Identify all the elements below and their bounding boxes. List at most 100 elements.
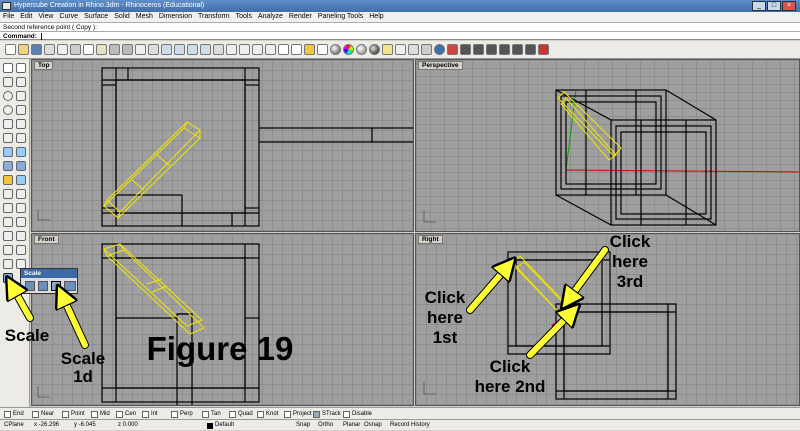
command-line[interactable]: Command: bbox=[0, 31, 800, 40]
cut-icon[interactable] bbox=[70, 44, 81, 55]
environment-icon[interactable] bbox=[369, 44, 380, 55]
curve-icon[interactable] bbox=[16, 77, 26, 87]
mirror-icon[interactable] bbox=[16, 203, 26, 213]
paneling-icon-6[interactable] bbox=[525, 44, 536, 55]
osnap-quad-checkbox[interactable] bbox=[229, 410, 236, 418]
menu-mesh[interactable]: Mesh bbox=[136, 12, 153, 22]
freeform-icon[interactable] bbox=[16, 119, 26, 129]
rotate-view-icon[interactable] bbox=[148, 44, 159, 55]
shaded-icon[interactable] bbox=[330, 44, 341, 55]
options-icon[interactable] bbox=[408, 44, 419, 55]
paneling-icon-5[interactable] bbox=[512, 44, 523, 55]
viewport-top[interactable]: Top bbox=[31, 59, 414, 232]
pan-icon[interactable] bbox=[135, 44, 146, 55]
osnap-end-checkbox[interactable] bbox=[4, 410, 11, 418]
copy-icon[interactable] bbox=[83, 44, 94, 55]
new-file-icon[interactable] bbox=[5, 44, 16, 55]
menu-edit[interactable]: Edit bbox=[20, 12, 32, 22]
render-icon[interactable] bbox=[343, 44, 354, 55]
material-icon[interactable] bbox=[356, 44, 367, 55]
move-icon[interactable] bbox=[3, 189, 13, 199]
properties-icon[interactable] bbox=[395, 44, 406, 55]
viewport-title-perspective[interactable]: Perspective bbox=[418, 61, 463, 70]
paneling-icon-1[interactable] bbox=[460, 44, 471, 55]
zoom-window-icon[interactable] bbox=[174, 44, 185, 55]
array-icon[interactable] bbox=[3, 217, 13, 227]
join-icon[interactable] bbox=[16, 231, 26, 241]
box-icon[interactable] bbox=[3, 161, 13, 171]
menu-file[interactable]: File bbox=[3, 12, 14, 22]
hide-icon[interactable] bbox=[278, 44, 289, 55]
menu-dimension[interactable]: Dimension bbox=[159, 12, 192, 22]
dimension-icon[interactable] bbox=[3, 259, 13, 269]
group-icon[interactable] bbox=[16, 245, 26, 255]
menu-analyze[interactable]: Analyze bbox=[258, 12, 283, 22]
paneling-icon-2[interactable] bbox=[473, 44, 484, 55]
menu-render[interactable]: Render bbox=[289, 12, 312, 22]
print-icon[interactable] bbox=[44, 44, 55, 55]
mesh-icon[interactable] bbox=[3, 175, 13, 185]
viewport-title-top[interactable]: Top bbox=[34, 61, 54, 70]
import-icon[interactable] bbox=[57, 44, 68, 55]
viewport-title-front[interactable]: Front bbox=[34, 235, 59, 244]
rectangle-icon[interactable] bbox=[16, 105, 26, 115]
menu-tools[interactable]: Tools bbox=[236, 12, 252, 22]
viewport-title-right[interactable]: Right bbox=[418, 235, 443, 244]
osnap-disable-checkbox[interactable] bbox=[343, 410, 350, 418]
menu-curve[interactable]: Curve bbox=[59, 12, 78, 22]
paneling-icon-3[interactable] bbox=[486, 44, 497, 55]
status-record-history[interactable]: Record History bbox=[390, 420, 430, 431]
menu-solid[interactable]: Solid bbox=[114, 12, 130, 22]
light-icon[interactable] bbox=[382, 44, 393, 55]
select-arrow-icon[interactable] bbox=[3, 63, 13, 73]
menu-help[interactable]: Help bbox=[369, 12, 383, 22]
polygon-icon[interactable] bbox=[3, 119, 13, 129]
close-button[interactable]: × bbox=[782, 1, 796, 11]
arc-icon[interactable] bbox=[16, 91, 26, 101]
menu-surface[interactable]: Surface bbox=[84, 12, 108, 22]
scale-3d-icon[interactable] bbox=[25, 281, 35, 291]
minimize-button[interactable]: _ bbox=[752, 1, 766, 11]
osnap-mid-checkbox[interactable] bbox=[91, 410, 98, 418]
help-icon[interactable] bbox=[434, 44, 445, 55]
undo-icon[interactable] bbox=[109, 44, 120, 55]
scale-2d-icon[interactable] bbox=[38, 281, 48, 291]
status-osnap[interactable]: Osnap bbox=[364, 420, 382, 431]
osnap-int-checkbox[interactable] bbox=[142, 410, 149, 418]
scale-tool-icon[interactable] bbox=[3, 273, 13, 283]
ellipse-icon[interactable] bbox=[3, 105, 13, 115]
extrude-icon[interactable] bbox=[16, 147, 26, 157]
status-ortho[interactable]: Ortho bbox=[318, 420, 333, 431]
paneling-icon-4[interactable] bbox=[499, 44, 510, 55]
redo-icon[interactable] bbox=[122, 44, 133, 55]
boolean-icon[interactable] bbox=[16, 175, 26, 185]
status-planar[interactable]: Planar bbox=[343, 420, 360, 431]
menu-transform[interactable]: Transform bbox=[198, 12, 230, 22]
polyline-icon[interactable] bbox=[3, 77, 13, 87]
scale-1d-icon[interactable] bbox=[51, 281, 61, 291]
osnap-near-checkbox[interactable] bbox=[32, 410, 39, 418]
split-icon[interactable] bbox=[3, 231, 13, 241]
scale-nonuniform-icon[interactable] bbox=[64, 281, 76, 291]
menu-view[interactable]: View bbox=[38, 12, 53, 22]
osnap-strack-checkbox[interactable] bbox=[313, 410, 320, 418]
osnap-perp-checkbox[interactable] bbox=[171, 410, 178, 418]
osnap-knot-checkbox[interactable] bbox=[257, 410, 264, 418]
maximize-button[interactable]: □ bbox=[767, 1, 781, 11]
explode-icon[interactable] bbox=[3, 245, 13, 255]
set-view-icon[interactable] bbox=[252, 44, 263, 55]
trim-icon[interactable] bbox=[16, 217, 26, 227]
layer-icon[interactable] bbox=[317, 44, 328, 55]
lock-icon[interactable] bbox=[304, 44, 315, 55]
copy-tool-icon[interactable] bbox=[16, 189, 26, 199]
osnap-cen-checkbox[interactable] bbox=[116, 410, 123, 418]
solid-tools-icon[interactable] bbox=[16, 161, 26, 171]
osnap-project-checkbox[interactable] bbox=[284, 410, 291, 418]
rotate-icon[interactable] bbox=[3, 203, 13, 213]
plugin-icon[interactable] bbox=[447, 44, 458, 55]
open-file-icon[interactable] bbox=[18, 44, 29, 55]
four-viewports-icon[interactable] bbox=[226, 44, 237, 55]
point-icon[interactable] bbox=[16, 63, 26, 73]
save-icon[interactable] bbox=[31, 44, 42, 55]
text-icon[interactable] bbox=[3, 133, 13, 143]
